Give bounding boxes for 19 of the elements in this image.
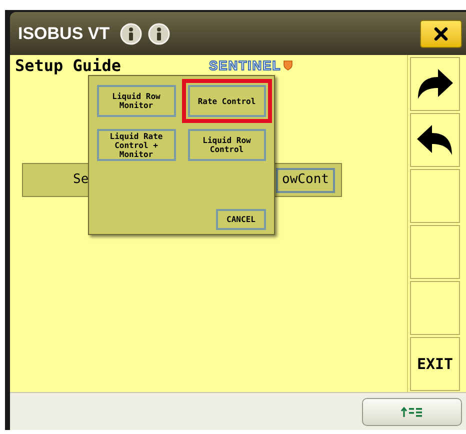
- arrow-list-icon: [401, 406, 423, 416]
- soft-key[interactable]: [410, 113, 460, 167]
- back-arrow-icon: [416, 123, 454, 157]
- menu-button[interactable]: [362, 398, 462, 426]
- shield-icon: [283, 60, 294, 71]
- info-icon[interactable]: [148, 22, 170, 44]
- forward-arrow-icon: [416, 67, 454, 101]
- window-title: ISOBUS VT: [18, 22, 110, 45]
- cancel-button[interactable]: CANCEL: [216, 209, 266, 230]
- setup-button[interactable]: owCont: [276, 168, 335, 192]
- page-heading: Setup Guide: [15, 58, 121, 74]
- soft-key[interactable]: [410, 57, 460, 111]
- soft-key[interactable]: EXIT: [410, 337, 460, 391]
- close-button[interactable]: [420, 20, 462, 48]
- info-icon[interactable]: [120, 22, 142, 44]
- close-icon: [434, 26, 448, 40]
- option-button[interactable]: Rate Control: [182, 79, 272, 123]
- bar-label: Se: [73, 171, 89, 190]
- brand-logo-text: SENTINEL: [208, 59, 282, 72]
